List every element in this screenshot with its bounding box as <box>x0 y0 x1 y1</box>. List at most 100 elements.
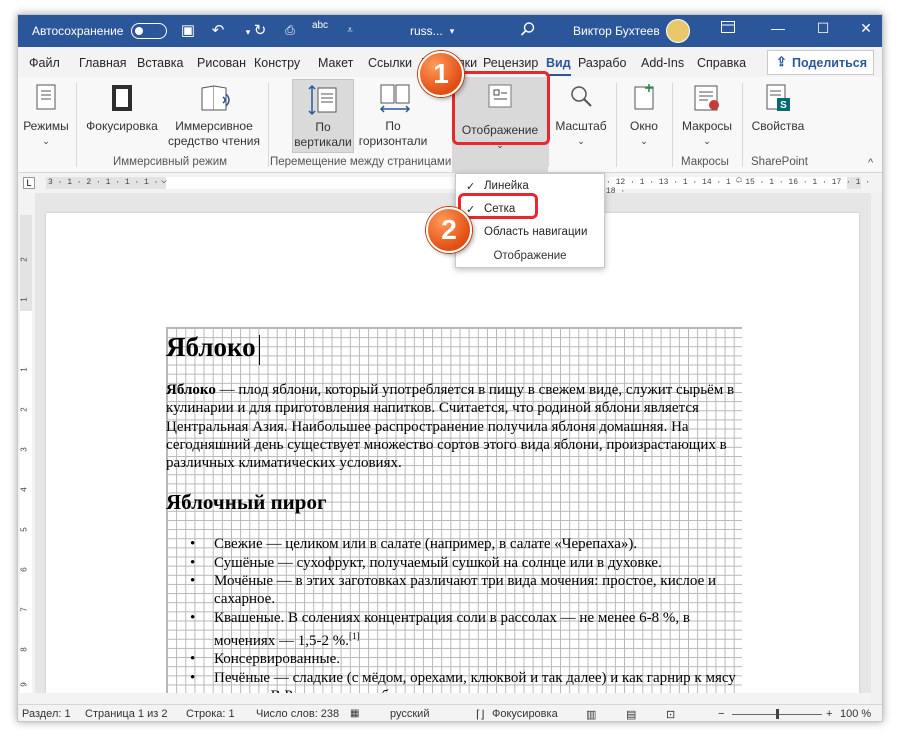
save-icon[interactable]: ▣ <box>178 21 198 39</box>
tab-developer[interactable]: Разрабо <box>578 56 626 70</box>
heading-1[interactable]: Яблоко <box>166 329 744 375</box>
document-area[interactable]: Яблоко Яблоко — плод яблони, который упо… <box>35 193 882 693</box>
group-label-sharepoint: SharePoint <box>751 156 808 168</box>
vruler-tick: 1 <box>19 367 29 372</box>
chevron-down-icon: ⌄ <box>703 136 711 146</box>
horizontal-ruler[interactable]: L 3 · 1 · 2 · 1 · 1 · 1 · · 12 · 1 · 13 … <box>18 173 882 196</box>
spelling-icon[interactable]: abc <box>310 20 330 31</box>
web-layout-icon[interactable]: ⊡ <box>666 708 675 721</box>
macros-button[interactable]: Макросы ⌄ <box>674 83 740 149</box>
tab-add-ins[interactable]: Add-Ins <box>641 56 684 70</box>
focus-mode-icon[interactable]: ⌈⌋ <box>476 708 485 721</box>
print-layout-icon[interactable]: ▤ <box>626 708 636 721</box>
vertical-scrollbar[interactable] <box>871 193 882 703</box>
intro-bold: Яблоко <box>166 382 216 398</box>
status-word-count[interactable]: Число слов: 238 <box>256 708 339 720</box>
list-item[interactable]: Консервированные. <box>190 650 744 669</box>
highlight-gridlines-option <box>458 193 538 219</box>
vertical-ruler[interactable]: 2 1 1 2 3 4 5 6 7 8 9 <box>20 215 32 693</box>
ribbon-display-options-icon[interactable] <box>718 20 738 36</box>
tab-selector[interactable]: L <box>23 177 35 189</box>
properties-button[interactable]: S Свойства <box>746 83 810 134</box>
footnote-reference[interactable]: [1] <box>349 631 360 641</box>
ruler-option-label: Линейка <box>484 180 529 192</box>
focus-button[interactable]: Фокусировка <box>82 83 162 134</box>
vruler-tick: 6 <box>19 567 29 572</box>
horizontal-label-2: горизонтали <box>358 134 428 148</box>
zoom-slider-thumb[interactable] <box>776 709 779 719</box>
list-item[interactable]: Свежие — целиком или в салате (например,… <box>190 535 744 554</box>
step-badge-1: 1 <box>418 51 464 97</box>
status-page[interactable]: Страница 1 из 2 <box>85 708 167 720</box>
undo-icon[interactable]: ↶ <box>208 21 228 39</box>
status-language[interactable]: русский <box>390 708 429 720</box>
proofing-icon[interactable]: ▦ <box>350 708 359 719</box>
document-content[interactable]: Яблоко Яблоко — плод яблони, который упо… <box>166 329 744 693</box>
list-item[interactable]: Квашеные. В солениях концентрация соли в… <box>190 609 744 651</box>
zoom-in-button[interactable]: + <box>826 708 832 720</box>
vertical-label-1: По <box>315 120 331 134</box>
tab-design[interactable]: Констру <box>254 56 300 70</box>
list-item[interactable]: Мочёные — в этих заготовках различают тр… <box>190 572 744 609</box>
group-label-macros: Макросы <box>681 156 729 168</box>
list-item[interactable]: Печёные — сладкие (с мёдом, орехами, клю… <box>190 669 744 693</box>
read-mode-icon[interactable]: ▥ <box>586 708 596 721</box>
tab-view[interactable]: Вид <box>546 56 571 76</box>
status-section[interactable]: Раздел: 1 <box>22 708 71 720</box>
new-window-icon <box>629 83 659 115</box>
immersive-reader-label-2: средство чтения <box>168 134 260 148</box>
chevron-down-icon: ⌄ <box>640 136 648 146</box>
tab-insert[interactable]: Вставка <box>137 56 183 70</box>
collapse-ribbon-icon[interactable]: ^ <box>868 157 873 169</box>
autosave-label: Автосохранение <box>32 24 124 38</box>
chevron-down-icon[interactable]: ▾ <box>442 26 462 37</box>
search-icon[interactable] <box>518 21 538 41</box>
document-title[interactable]: russ... <box>410 24 443 38</box>
zoom-out-button[interactable]: − <box>718 708 724 720</box>
window-button[interactable]: Окно ⌄ <box>620 83 668 149</box>
tab-draw[interactable]: Рисован <box>197 56 246 70</box>
group-label-page-movement: Перемещение между страницами <box>270 156 452 168</box>
tab-home[interactable]: Главная <box>79 56 127 70</box>
maximize-button[interactable]: ☐ <box>813 20 833 37</box>
immersive-reader-icon <box>199 83 230 115</box>
focus-label: Фокусировка <box>86 119 158 133</box>
avatar[interactable] <box>666 19 690 43</box>
document-modes-icon <box>31 83 61 115</box>
redo-icon[interactable]: ↻ <box>250 21 270 39</box>
customize-toolbar-icon[interactable]: ⩡ <box>340 25 360 36</box>
zoom-button[interactable]: Масштаб ⌄ <box>550 83 612 149</box>
zoom-level[interactable]: 100 % <box>840 708 871 720</box>
share-button[interactable]: ⇪ Поделиться <box>767 50 874 75</box>
usage-list: Свежие — целиком или в салате (например,… <box>166 535 744 693</box>
tab-layout[interactable]: Макет <box>318 56 353 70</box>
tab-review[interactable]: Рецензир <box>483 56 538 70</box>
autosave-toggle[interactable] <box>131 23 167 39</box>
horizontal-scroll-button[interactable]: По горизонтали <box>358 83 428 149</box>
modes-button[interactable]: Режимы ⌄ <box>20 83 72 149</box>
list-item[interactable]: Сушёные — сухофрукт, получаемый сушкой н… <box>190 554 744 573</box>
vertical-scroll-button[interactable]: По вертикали <box>292 79 354 153</box>
print-preview-icon[interactable]: ⎙ <box>280 23 300 38</box>
document-page[interactable]: Яблоко Яблоко — плод яблони, который упо… <box>46 213 859 693</box>
immersive-reader-button[interactable]: Иммерсивное средство чтения <box>164 83 264 149</box>
status-focus[interactable]: Фокусировка <box>492 708 558 720</box>
list-item-text: Квашеные. В солениях концентрация соли в… <box>214 609 690 649</box>
minimize-button[interactable]: — <box>768 20 788 36</box>
tab-references[interactable]: Ссылки <box>368 56 412 70</box>
navigation-pane-checkbox-item[interactable]: Область навигации <box>456 222 604 244</box>
heading-2[interactable]: Яблочный пирог <box>166 487 744 517</box>
close-button[interactable]: ✕ <box>856 20 876 37</box>
separator <box>616 83 617 167</box>
tab-file[interactable]: Файл <box>29 56 60 70</box>
right-indent-marker-icon[interactable]: ⌂ <box>736 175 742 186</box>
user-name[interactable]: Виктор Бухтеев <box>573 24 660 38</box>
chevron-down-icon: ⌄ <box>42 136 50 146</box>
indent-marker-icon[interactable]: ⌵ <box>161 175 167 187</box>
intro-paragraph[interactable]: Яблоко — плод яблони, который употребляе… <box>166 381 744 472</box>
status-line[interactable]: Строка: 1 <box>186 708 235 720</box>
tab-help[interactable]: Справка <box>697 56 746 70</box>
display-dropdown: ✓ Линейка ✓ Сетка Область навигации Отоб… <box>455 173 605 268</box>
vertical-label-2: вертикали <box>294 135 352 149</box>
zoom-label: Масштаб <box>555 119 607 133</box>
